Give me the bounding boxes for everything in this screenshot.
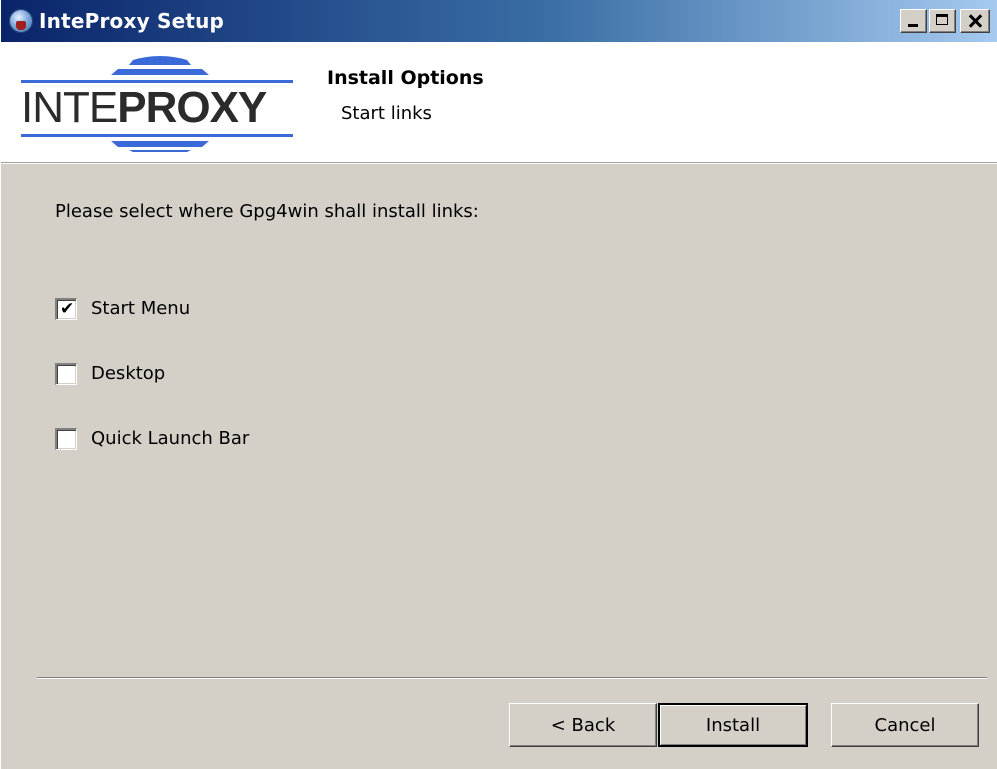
app-globe-icon [9, 9, 33, 33]
logo-wordmark: INTEPROXY [21, 83, 267, 132]
close-button[interactable] [960, 9, 990, 33]
desktop-label[interactable]: Desktop [91, 362, 165, 386]
quick-launch-checkbox[interactable] [55, 428, 77, 450]
quick-launch-label[interactable]: Quick Launch Bar [91, 427, 249, 451]
desktop-option[interactable]: Desktop [55, 361, 165, 387]
window-title: InteProxy Setup [39, 9, 225, 33]
logo-wordmark-light: INTE [21, 83, 118, 132]
wizard-header: INTEPROXY Install Options Start links [1, 42, 997, 163]
logo-wordmark-bold: PROXY [117, 83, 267, 132]
desktop-checkbox[interactable] [55, 363, 77, 385]
start-menu-option[interactable]: ✔ Start Menu [55, 296, 190, 322]
instruction-text: Please select where Gpg4win shall instal… [55, 201, 479, 222]
page-title: Install Options [327, 67, 484, 89]
start-menu-label[interactable]: Start Menu [91, 297, 190, 321]
install-button[interactable]: Install [658, 703, 808, 747]
maximize-button[interactable] [929, 9, 956, 33]
header-divider [1, 163, 997, 164]
footer-separator [37, 677, 987, 679]
inteproxy-logo: INTEPROXY [15, 52, 305, 152]
back-button[interactable]: < Back [509, 703, 657, 747]
cancel-button[interactable]: Cancel [831, 703, 979, 747]
title-bar[interactable]: InteProxy Setup [1, 0, 997, 42]
page-subtitle: Start links [341, 103, 432, 124]
start-menu-checkbox[interactable]: ✔ [55, 298, 77, 320]
setup-window: InteProxy Setup INTEPROXY Install Option… [0, 0, 997, 769]
checkmark-icon: ✔ [60, 299, 75, 319]
quick-launch-option[interactable]: Quick Launch Bar [55, 426, 249, 452]
minimize-button[interactable] [900, 9, 927, 33]
